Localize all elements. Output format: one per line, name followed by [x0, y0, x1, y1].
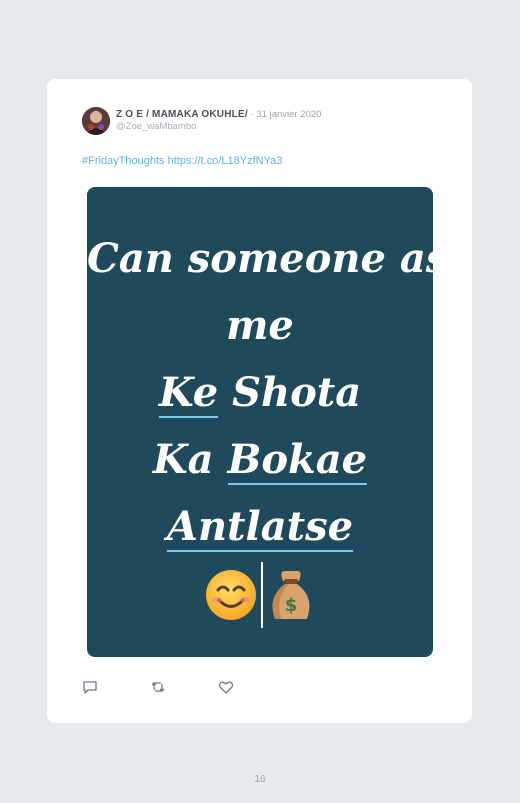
media-line: Ka Bokae — [87, 426, 433, 493]
svg-text:$: $ — [285, 595, 298, 616]
hashtag-link[interactable]: #FridayThoughts — [82, 155, 165, 167]
avatar[interactable] — [82, 107, 110, 135]
media-word: Bokae — [227, 436, 368, 485]
media-line: Can someone ask — [87, 235, 433, 282]
media-line: Ke Shota — [87, 359, 433, 426]
tweet-date[interactable]: · 31 janvier 2020 — [251, 109, 322, 120]
retweet-icon[interactable] — [150, 679, 166, 695]
media-text: Can someone ask me Ke Shota Ka Bokae Ant… — [87, 225, 433, 560]
media-word: Ka — [152, 436, 214, 483]
tweet-card: Z O E / MAMAKA OKUHLE/ · 31 janvier 2020… — [47, 79, 472, 723]
like-heart-icon[interactable] — [218, 679, 234, 695]
emoji-row: $ — [87, 562, 433, 628]
money-bag-emoji-icon: $ — [272, 571, 310, 619]
url-link[interactable]: https://t.co/L18YzfNYa3 — [168, 155, 283, 167]
media-line: Antlatse — [87, 493, 433, 560]
media-line: me — [226, 302, 294, 349]
page-number: 16 — [254, 774, 266, 785]
reply-icon[interactable] — [82, 679, 98, 695]
media-word: Ke — [158, 369, 219, 418]
media-word: Antlatse — [166, 503, 354, 552]
media-word: Shota — [232, 369, 362, 416]
tweet-text: #FridayThoughts https://t.co/L18YzfNYa3 — [82, 155, 282, 167]
author-name[interactable]: Z O E / MAMAKA OKUHLE/ — [116, 109, 248, 120]
text-cursor — [261, 562, 263, 628]
tweet-media-image[interactable]: Can someone ask me Ke Shota Ka Bokae Ant… — [87, 187, 433, 657]
smiling-face-emoji-icon — [206, 570, 256, 620]
tweet-author-line: Z O E / MAMAKA OKUHLE/ · 31 janvier 2020 — [116, 109, 321, 120]
author-handle[interactable]: @Zoe_waMbambo — [116, 121, 196, 132]
